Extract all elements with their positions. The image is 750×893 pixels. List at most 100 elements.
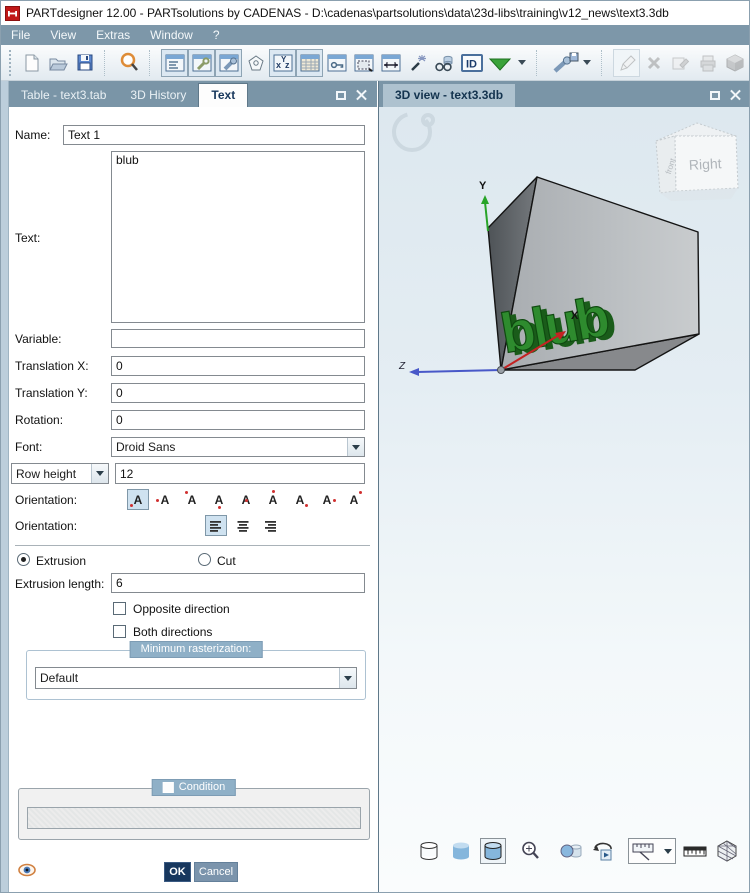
cancel-button[interactable]: Cancel (194, 862, 238, 882)
id-icon[interactable]: ID (458, 49, 485, 77)
measure-icon (632, 843, 654, 861)
translation-x-input[interactable] (111, 356, 365, 376)
tab-3d-history[interactable]: 3D History (118, 84, 198, 107)
update-part-icon[interactable] (485, 49, 517, 77)
anchor-top-left-button[interactable]: A (181, 489, 203, 510)
opposite-direction-checkbox[interactable] (113, 602, 126, 615)
close-icon[interactable] (730, 90, 741, 101)
3d-viewport[interactable]: Right front blub blub Y Z X (378, 107, 749, 892)
anchor-right-button[interactable]: A (316, 489, 338, 510)
rotation-input[interactable] (111, 410, 365, 430)
app-icon (5, 5, 20, 21)
align-left-button[interactable] (205, 515, 227, 536)
menu-help[interactable]: ? (203, 25, 230, 45)
mesh-view-icon[interactable] (714, 838, 740, 864)
open-folder-icon[interactable] (44, 49, 71, 77)
save-part-icon[interactable] (548, 49, 582, 77)
maximize-icon[interactable] (336, 91, 346, 100)
anchor-center-button[interactable]: A (235, 489, 257, 510)
measure-tool-select[interactable] (628, 838, 676, 864)
rotate-animation-icon[interactable] (590, 838, 616, 864)
translation-y-label: Translation Y: (15, 386, 88, 400)
transparency-icon[interactable] (558, 838, 584, 864)
ruler-icon[interactable] (682, 838, 708, 864)
extrusion-radio-label: Extrusion (36, 554, 87, 568)
tab-3d-view[interactable]: 3D view - text3.3db (383, 84, 516, 107)
font-select[interactable]: Droid Sans (111, 437, 365, 457)
x-axis-label: X (571, 310, 579, 322)
align-center-button[interactable] (232, 515, 254, 536)
translation-y-input[interactable] (111, 383, 365, 403)
anchor-top-right-button[interactable]: A (343, 489, 365, 510)
row-height-mode-select[interactable]: Row height (11, 463, 109, 484)
dimension-window-icon[interactable] (377, 49, 404, 77)
align-right-button[interactable] (259, 515, 281, 536)
tab-text[interactable]: Text (198, 83, 249, 107)
extrusion-radio[interactable] (17, 553, 30, 566)
part-view-icon[interactable] (215, 48, 242, 77)
sketch-icon[interactable] (242, 49, 269, 77)
maximize-icon[interactable] (710, 91, 720, 100)
menu-window[interactable]: Window (140, 25, 203, 45)
separator-line (15, 545, 370, 546)
chevron-down-icon[interactable] (339, 668, 356, 688)
designation-window-icon[interactable] (323, 49, 350, 77)
variable-input[interactable] (111, 329, 365, 348)
toolbar-drag-handle[interactable] (9, 49, 11, 76)
both-directions-checkbox[interactable] (113, 625, 126, 638)
preview-eye-button[interactable] (18, 863, 36, 880)
partdesigner-window: PARTdesigner 12.00 - PARTsolutions by CA… (0, 0, 750, 893)
zoom-icon[interactable] (116, 49, 143, 77)
chevron-down-icon[interactable] (347, 438, 364, 456)
shaded-edges-mode-icon[interactable] (480, 838, 506, 864)
new-document-icon[interactable] (17, 49, 44, 77)
menu-view[interactable]: View (40, 25, 86, 45)
wizard-icon[interactable] (404, 49, 431, 77)
anchor-top-center-button[interactable]: A (262, 489, 284, 510)
menu-extras[interactable]: Extras (86, 25, 140, 45)
close-icon[interactable] (356, 90, 367, 101)
anchor-bottom-left-button[interactable]: A (127, 489, 149, 510)
extrusion-length-label: Extrusion length: (15, 577, 105, 591)
variable-manager-icon[interactable] (188, 48, 215, 77)
anchor-bottom-right-button[interactable]: A (289, 489, 311, 510)
anchor-dot (130, 504, 133, 507)
condition-checkbox[interactable] (162, 781, 174, 793)
shaded-mode-icon[interactable] (448, 838, 474, 864)
extrusion-length-input[interactable] (111, 573, 365, 593)
part-window-icon[interactable] (161, 48, 188, 77)
ok-button[interactable]: OK (164, 862, 191, 882)
cut-radio[interactable] (198, 553, 211, 566)
menu-file[interactable]: File (1, 25, 40, 45)
text-input[interactable]: blub (111, 151, 365, 323)
coordinate-system-icon[interactable]: xYz (269, 48, 296, 77)
minimum-rasterization-select[interactable]: Default (35, 667, 357, 689)
rotation-label: Rotation: (15, 413, 64, 427)
row-height-input[interactable] (115, 463, 365, 484)
save-part-dropdown-icon[interactable] (583, 60, 591, 65)
chevron-down-icon[interactable] (91, 464, 108, 483)
preview-with-part-icon[interactable] (431, 49, 458, 77)
chevron-down-icon[interactable] (664, 848, 672, 854)
zoom-fit-icon[interactable] (518, 838, 544, 864)
delete-icon (640, 49, 667, 77)
save-icon[interactable] (71, 49, 98, 77)
table-view-icon[interactable] (296, 48, 323, 77)
condition-legend: Condition (151, 779, 237, 796)
toolbar-separator (601, 49, 610, 76)
anchor-dot (156, 499, 159, 502)
anchor-dot (305, 504, 308, 507)
anchor-dot (185, 491, 188, 494)
wireframe-mode-icon[interactable] (416, 838, 442, 864)
name-input[interactable] (63, 125, 365, 145)
name-label: Name: (15, 128, 51, 142)
anchor-left-button[interactable]: A (154, 489, 176, 510)
anchor-dot (218, 506, 221, 509)
selection-window-icon[interactable] (350, 49, 377, 77)
update-part-dropdown-icon[interactable] (518, 60, 526, 65)
toolbar-separator (536, 49, 545, 76)
tab-table[interactable]: Table - text3.tab (9, 84, 118, 107)
anchor-bottom-center-button[interactable]: A (208, 489, 230, 510)
3d-scene: Right front blub blub Y Z X (392, 112, 739, 376)
menu-bar: File View Extras Window ? (1, 25, 749, 45)
